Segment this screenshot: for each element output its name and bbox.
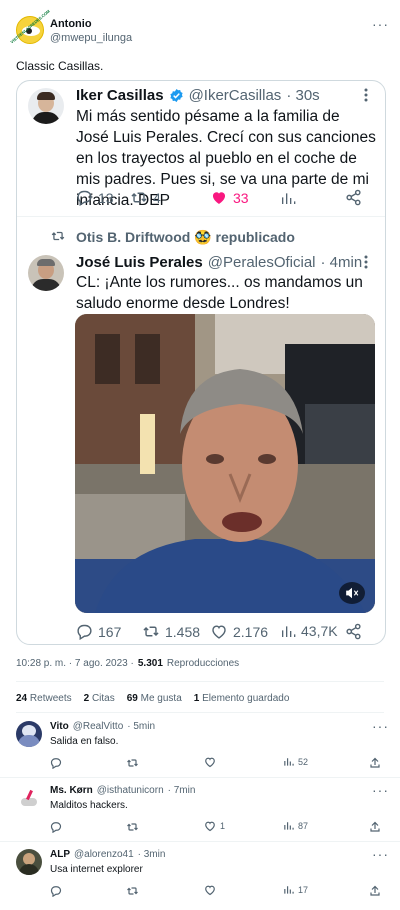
reply-avatar[interactable] — [16, 721, 42, 747]
quoted-name[interactable]: Iker Casillas — [76, 87, 164, 104]
more-dots-icon[interactable]: ··· — [372, 16, 389, 32]
inner-views-count: 43,7K — [301, 623, 338, 639]
inner-like-count: 2.176 — [233, 623, 269, 640]
reply-icon — [76, 623, 93, 640]
heart-icon — [205, 757, 215, 768]
reply-share-icon[interactable] — [369, 756, 381, 774]
reply-retweet-icon[interactable] — [126, 884, 139, 902]
reply-reply-icon[interactable] — [50, 756, 62, 774]
views-icon — [284, 886, 294, 894]
verified-badge-icon — [169, 88, 184, 103]
retweet-indicator-icon — [50, 229, 66, 248]
reply-time[interactable]: · 5min — [127, 721, 155, 732]
reply-time[interactable]: · 7min — [168, 785, 196, 796]
likes-stat[interactable]: 69 Me gusta — [127, 693, 182, 704]
quoted-like-count: 33 — [233, 189, 249, 206]
inner-views-button[interactable]: 43,7K — [280, 623, 338, 639]
tweet-timestamp[interactable]: 10:28 p. m. · 7 ago. 2023 · — [16, 658, 134, 669]
reply-item[interactable]: Ms. Kørn @isthatunicorn · 7min ··· Maldi… — [0, 780, 400, 840]
reply-views-button[interactable]: 87 — [283, 820, 308, 831]
views-count: 5.301 — [137, 658, 163, 669]
heart-icon — [210, 623, 228, 640]
reply-item[interactable]: ALP @alorenzo41 · 3min ··· Usa internet … — [0, 844, 400, 904]
inner-avatar[interactable] — [28, 255, 64, 291]
quoted-views-icon[interactable] — [280, 190, 296, 211]
heart-icon — [205, 821, 215, 832]
reply-like-button[interactable]: 1 — [204, 820, 225, 832]
inner-text: CL: ¡Ante los rumores... os mandamos un … — [76, 274, 363, 312]
quoted-handle[interactable]: @IkerCasillas — [189, 87, 282, 104]
inner-reply-count: 167 — [98, 623, 122, 640]
reply-avatar[interactable] — [16, 849, 42, 875]
views-label: Reproducciones — [166, 658, 240, 669]
reply-views-button[interactable]: 17 — [283, 884, 308, 895]
inner-like-button[interactable]: 2.176 — [210, 623, 268, 640]
video-frame-image — [75, 314, 375, 613]
tweet-text: Classic Casillas. — [16, 59, 104, 73]
retweets-stat[interactable]: 24 Retweets — [16, 693, 72, 704]
more-dots-icon[interactable]: ··· — [372, 718, 389, 734]
reply-text: Usa internet explorer — [50, 864, 143, 875]
reply-reply-icon[interactable] — [50, 884, 62, 902]
reply-name[interactable]: Vito — [50, 721, 69, 732]
inner-share-icon[interactable] — [345, 623, 362, 645]
quoted-like-button[interactable]: 33 — [210, 189, 249, 206]
inner-retweet-count: 1.458 — [165, 623, 201, 640]
reply-handle[interactable]: @isthatunicorn — [97, 785, 164, 796]
reply-reply-icon[interactable] — [50, 820, 62, 838]
reply-item[interactable]: Vito @RealVitto · 5min ··· Salida en fal… — [0, 716, 400, 776]
quoted-more-icon[interactable] — [364, 88, 368, 107]
heart-icon — [205, 885, 215, 896]
reply-share-icon[interactable] — [369, 820, 381, 838]
reply-icon — [76, 189, 93, 206]
quoted-reply-count: 13 — [98, 189, 114, 206]
views-icon — [284, 758, 294, 766]
quoted-time[interactable]: · 30s — [286, 87, 319, 104]
quoted-share-icon[interactable] — [345, 189, 362, 211]
views-icon — [280, 623, 296, 639]
more-dots-icon[interactable]: ··· — [372, 846, 389, 862]
inner-handle[interactable]: @PeralesOficial — [208, 254, 316, 271]
reply-name[interactable]: Ms. Kørn — [50, 785, 93, 796]
reply-retweet-icon[interactable] — [126, 756, 139, 774]
views-icon — [284, 822, 294, 830]
reply-retweet-icon[interactable] — [126, 820, 139, 838]
reply-handle[interactable]: @alorenzo41 — [74, 849, 134, 860]
more-dots-icon[interactable]: ··· — [372, 782, 389, 798]
heart-filled-icon — [210, 189, 228, 206]
reply-views-button[interactable]: 52 — [283, 756, 308, 767]
reply-name[interactable]: ALP — [50, 849, 70, 860]
reply-share-icon[interactable] — [369, 884, 381, 902]
inner-reply-button[interactable]: 167 — [76, 623, 121, 640]
inner-name[interactable]: José Luis Perales — [76, 254, 203, 271]
inner-time[interactable]: · 4min — [321, 254, 363, 271]
retweet-icon — [130, 189, 148, 206]
reply-handle[interactable]: @RealVitto — [73, 721, 124, 732]
video-player[interactable] — [75, 314, 375, 613]
author-name[interactable]: Antonio — [50, 18, 92, 30]
quoted-avatar[interactable] — [28, 88, 64, 124]
quoted-reply-button[interactable]: 13 — [76, 189, 114, 206]
reply-text: Malditos hackers. — [50, 800, 128, 811]
retweeted-by-label[interactable]: Otis B. Driftwood 🥸 republicado — [76, 229, 295, 246]
reply-text: Salida en falso. — [50, 736, 119, 747]
bookmarks-stat[interactable]: 1 Elemento guardado — [194, 693, 290, 704]
reply-avatar[interactable] — [16, 788, 42, 814]
reply-time[interactable]: · 3min — [138, 849, 166, 860]
author-handle[interactable]: @mwepu_ilunga — [50, 32, 132, 44]
inner-retweet-button[interactable]: 1.458 — [142, 623, 200, 640]
quoted-retweet-button[interactable]: 4 — [130, 189, 161, 206]
quoted-retweet-count: 4 — [153, 189, 161, 206]
retweet-icon — [142, 623, 160, 640]
quotes-stat[interactable]: 2 Citas — [84, 693, 115, 704]
speaker-mute-icon[interactable] — [339, 582, 365, 604]
reply-like-button[interactable] — [204, 756, 220, 768]
reply-like-button[interactable] — [204, 884, 220, 896]
